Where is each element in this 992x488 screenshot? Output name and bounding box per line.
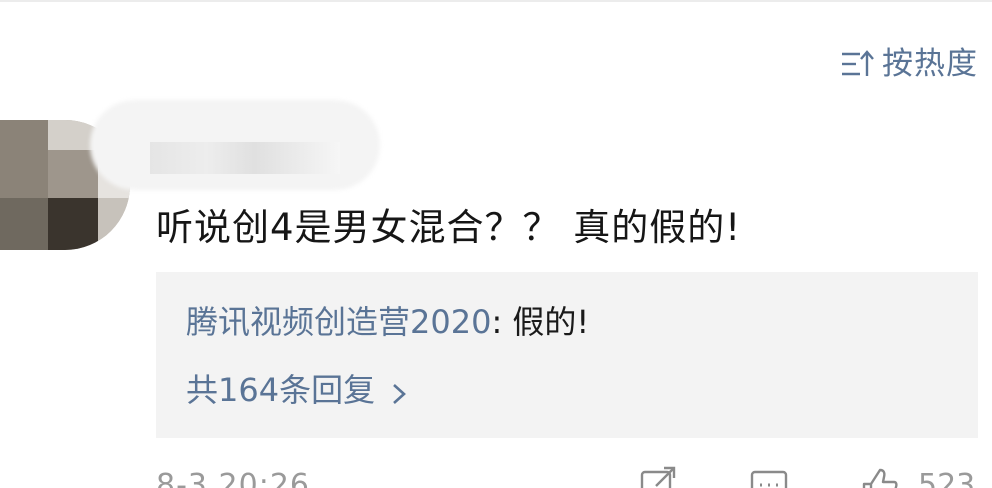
sort-by-hotness-button[interactable]: 按热度 [840,44,978,84]
username-redaction-inner [150,142,340,174]
reply-author-link[interactable]: 腾讯视频创造营2020 [186,303,491,341]
share-icon[interactable] [638,466,678,488]
view-all-replies-link[interactable]: 共164条回复 [186,364,409,412]
view-all-replies-label: 共164条回复 [186,371,376,409]
reply-separator: : [491,303,513,341]
top-divider [0,0,992,2]
comment-footer: 8-3 20:26 523 [0,462,992,488]
chevron-right-icon [389,376,409,404]
reply-preview[interactable]: 腾讯视频创造营2020: 假的! 共164条回复 [156,272,978,438]
like-icon[interactable] [860,466,900,488]
sort-desc-icon [840,47,874,81]
like-count: 523 [918,468,976,488]
sort-label: 按热度 [882,46,978,82]
comment-icon[interactable] [750,466,790,488]
comment-text: 听说创4是男女混合？？ 真的假的! [156,206,742,249]
comment-timestamp: 8-3 20:26 [156,468,310,488]
reply-line: 腾讯视频创造营2020: 假的! [186,298,589,346]
reply-text: 假的! [512,303,590,341]
